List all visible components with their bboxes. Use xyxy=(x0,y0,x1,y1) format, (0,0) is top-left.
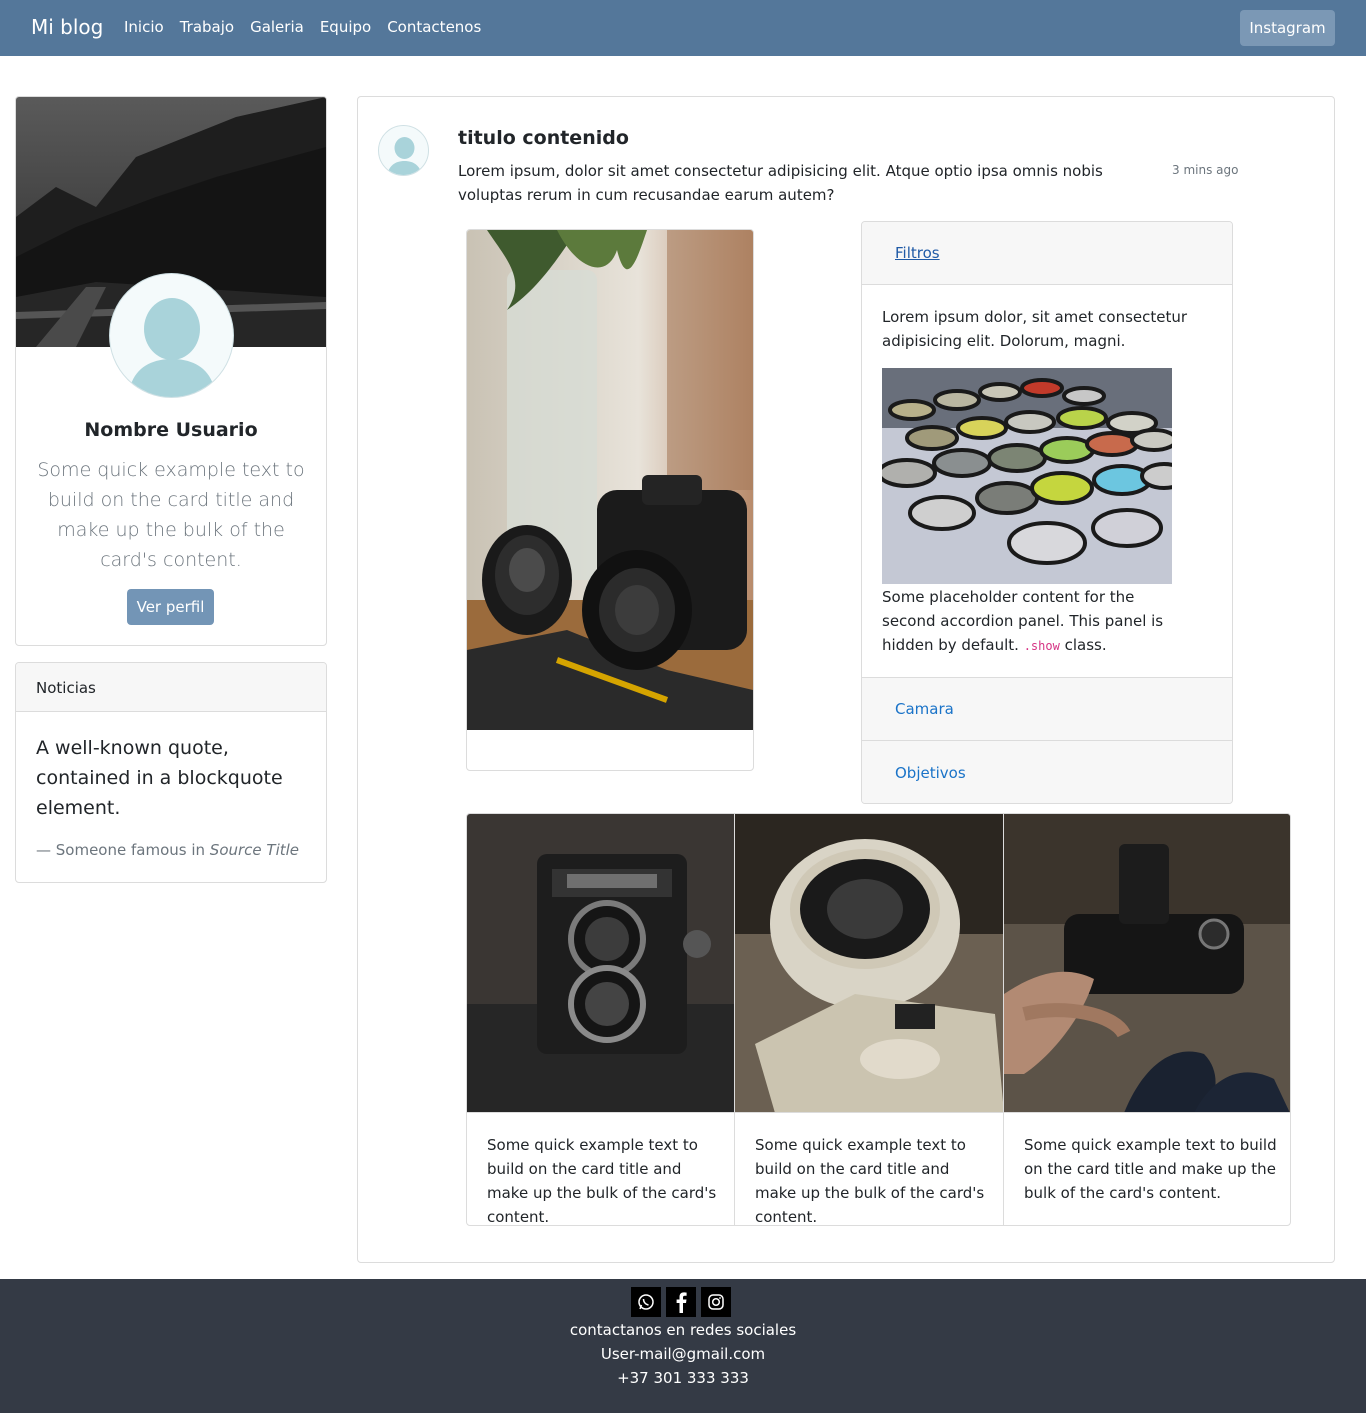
nav-link-inicio[interactable]: Inicio xyxy=(124,18,164,36)
news-card: Noticias A well-known quote, contained i… xyxy=(15,662,327,883)
profile-avatar xyxy=(109,273,234,398)
accordion-body-text-2-suffix: class. xyxy=(1059,636,1107,654)
gallery-card: Some quick example text to build on the … xyxy=(735,814,1004,1225)
accordion-header-filtros[interactable]: Filtros xyxy=(862,222,1232,285)
quote-source: Source Title xyxy=(209,841,300,859)
instagram-button[interactable]: Instagram xyxy=(1240,10,1335,46)
accordion-body-text-2-prefix: Some placeholder content for the second … xyxy=(882,588,1164,654)
profile-card: Nombre Usuario Some quick example text t… xyxy=(15,96,327,646)
nav-link-equipo[interactable]: Equipo xyxy=(320,18,371,36)
accordion-body-text-2: Some placeholder content for the second … xyxy=(882,585,1192,658)
ver-perfil-button[interactable]: Ver perfil xyxy=(127,589,214,625)
news-quote-footer: — Someone famous in Source Title xyxy=(36,841,299,859)
accordion-label-camara: Camara xyxy=(895,700,954,718)
accordion-header-objetivos[interactable]: Objetivos xyxy=(862,741,1232,803)
post-text: Lorem ipsum, dolor sit amet consectetur … xyxy=(458,162,1103,204)
social-icons xyxy=(631,1287,736,1317)
camera-photo-card xyxy=(466,229,754,771)
gallery-card-text: Some quick example text to build on the … xyxy=(1024,1136,1277,1202)
gallery-card-group: Some quick example text to build on the … xyxy=(466,813,1291,1226)
accordion-label-filtros: Filtros xyxy=(895,244,940,262)
gallery-card: Some quick example text to build on the … xyxy=(1004,814,1290,1225)
profile-name: Nombre Usuario xyxy=(84,419,258,441)
hand-camera-photo xyxy=(1004,814,1290,1113)
news-header: Noticias xyxy=(16,663,326,712)
accordion-header-camara[interactable]: Camara xyxy=(862,678,1232,741)
main-content-card: titulo contenido Lorem ipsum, dolor sit … xyxy=(357,96,1335,1263)
navbar-brand[interactable]: Mi blog xyxy=(31,15,103,39)
camera-photo xyxy=(467,230,753,730)
profile-description: Some quick example text to build on the … xyxy=(37,459,305,571)
leica-photo xyxy=(735,814,1003,1113)
nav-link-contactenos[interactable]: Contactenos xyxy=(387,18,481,36)
filters-photo xyxy=(882,368,1172,584)
accordion-body-filtros: Lorem ipsum dolor, sit amet consectetur … xyxy=(862,285,1232,678)
whatsapp-icon[interactable] xyxy=(631,1287,661,1317)
gallery-card-text: Some quick example text to build on the … xyxy=(755,1136,985,1226)
accordion-body-text: Lorem ipsum dolor, sit amet consectetur … xyxy=(882,308,1188,350)
rolleiflex-photo xyxy=(467,814,734,1113)
quote-attribution: — Someone famous in xyxy=(36,841,210,859)
post-timestamp: 3 mins ago xyxy=(1172,163,1239,177)
navbar: Mi blog Inicio Trabajo Galeria Equipo Co… xyxy=(0,0,1366,56)
nav-links: Inicio Trabajo Galeria Equipo Contacteno… xyxy=(124,18,497,36)
footer: contactanos en redes sociales User-mail@… xyxy=(0,1279,1366,1413)
gallery-card: Some quick example text to build on the … xyxy=(467,814,735,1225)
post-avatar xyxy=(378,125,429,176)
nav-link-galeria[interactable]: Galeria xyxy=(250,18,304,36)
facebook-icon[interactable] xyxy=(666,1287,696,1317)
footer-social-text: contactanos en redes sociales xyxy=(569,1321,797,1339)
nav-link-trabajo[interactable]: Trabajo xyxy=(180,18,234,36)
footer-phone[interactable]: +37 301 333 333 xyxy=(0,1369,1366,1387)
post-title: titulo contenido xyxy=(458,127,629,149)
instagram-icon[interactable] xyxy=(701,1287,731,1317)
footer-email[interactable]: User-mail@gmail.com xyxy=(0,1345,1366,1363)
accordion: Filtros Lorem ipsum dolor, sit amet cons… xyxy=(861,221,1233,804)
show-class-code: .show xyxy=(1023,639,1060,653)
gallery-card-text: Some quick example text to build on the … xyxy=(487,1136,717,1226)
news-quote: A well-known quote, contained in a block… xyxy=(36,737,283,819)
accordion-label-objetivos: Objetivos xyxy=(895,763,966,782)
